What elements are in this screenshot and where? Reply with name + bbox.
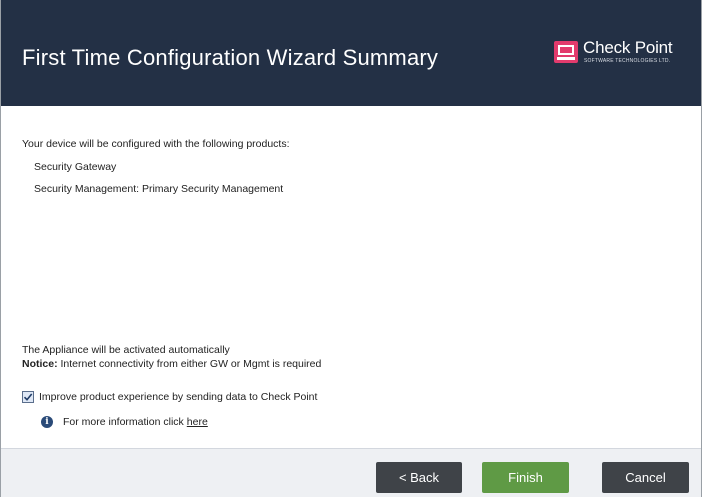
improve-experience-label: Improve product experience by sending da… (39, 391, 318, 403)
product-item-security-management: Security Management: Primary Security Ma… (34, 183, 284, 195)
product-item-security-gateway: Security Gateway (34, 161, 117, 173)
more-information: i For more information click here (41, 416, 208, 428)
logo-name: Check Point (583, 38, 673, 57)
wizard-footer: < Back Finish Cancel (1, 448, 701, 497)
improve-experience-option[interactable]: Improve product experience by sending da… (22, 391, 317, 403)
check-point-logo-icon (554, 41, 578, 63)
more-information-link[interactable]: here (187, 416, 208, 428)
back-button[interactable]: < Back (376, 462, 462, 493)
improve-experience-checkbox[interactable] (22, 391, 34, 403)
wizard-header: First Time Configuration Wizard Summary … (1, 0, 701, 106)
wizard-window: First Time Configuration Wizard Summary … (0, 0, 702, 497)
notice-label: Notice: (22, 358, 58, 370)
notice-text: Notice: Internet connectivity from eithe… (22, 358, 321, 370)
wizard-title: First Time Configuration Wizard Summary (22, 45, 439, 70)
info-icon: i (41, 416, 53, 428)
more-information-text: For more information click (63, 416, 184, 428)
notice-message: Internet connectivity from either GW or … (57, 358, 322, 370)
finish-button[interactable]: Finish (482, 462, 569, 493)
checkmark-icon (23, 393, 33, 401)
products-intro: Your device will be configured with the … (22, 138, 290, 150)
logo-tagline: SOFTWARE TECHNOLOGIES LTD. (584, 58, 671, 64)
cancel-button[interactable]: Cancel (602, 462, 689, 493)
check-point-logo: Check Point SOFTWARE TECHNOLOGIES LTD. (554, 38, 694, 70)
activation-text: The Appliance will be activated automati… (22, 344, 230, 356)
